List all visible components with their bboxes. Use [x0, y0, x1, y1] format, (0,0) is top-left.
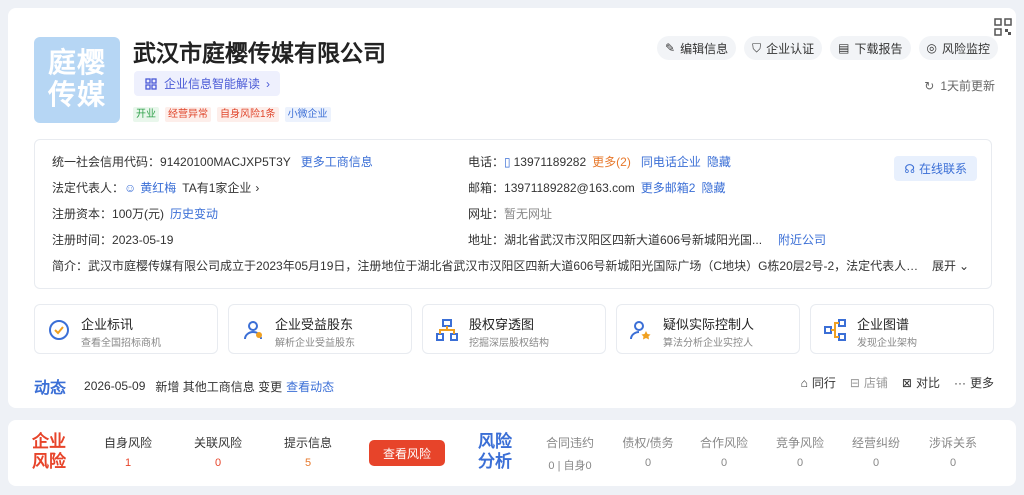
company-logo: 庭樱 传媒 [34, 37, 120, 123]
more-phones-link[interactable]: 更多(2) [592, 153, 631, 170]
intro-row: 简介： 武汉市庭樱传媒有限公司成立于2023年05月19日，注册地位于湖北省武汉… [52, 257, 970, 274]
dynamic-text: 新增 其他工商信息 变更 [155, 379, 283, 394]
contract-breach-stat[interactable]: 合同违约 0 | 自身0 [535, 434, 605, 473]
lawsuit-stat[interactable]: 涉诉关系 0 [918, 434, 988, 469]
intro-expand-button[interactable]: 展开 [932, 257, 956, 274]
business-dispute-stat[interactable]: 经营纠纷 0 [841, 434, 911, 469]
qr-code-icon[interactable] [994, 18, 1012, 36]
compare-button[interactable]: ⊠ 对比 [902, 374, 940, 391]
ellipsis-icon: ··· [953, 375, 966, 390]
more-emails-link[interactable]: 更多邮箱2 [641, 179, 696, 196]
phone-icon: ▯ [504, 154, 511, 169]
shareholder-icon [244, 321, 262, 340]
hide-email-link[interactable]: 隐藏 [701, 179, 725, 196]
credit-code-row: 统一社会信用代码： 91420100MACJXP5T3Y 更多工商信息 [52, 153, 373, 170]
debt-stat[interactable]: 债权/债务 0 [613, 434, 683, 469]
refresh-icon: ↻ [924, 78, 935, 93]
dynamic-bar: 动态 2026-05-09 新增 其他工商信息 变更 查看动态 ⌂ 同行 ⊟ 店铺 … [34, 374, 994, 398]
dynamic-date: 2026-05-09 [84, 379, 146, 393]
feature-shareholder-card[interactable]: 企业受益股东 解析企业受益股东 [228, 304, 412, 354]
phone-row: 电话： ▯ 13971189282 更多(2) 同电话企业 隐藏 [468, 153, 731, 170]
dynamic-title: 动态 [34, 380, 67, 397]
chevron-down-icon: ⌄ [959, 258, 970, 273]
legal-rep-row: 法定代表人： ☺ 黄红梅 TA有1家企业 › [52, 179, 260, 196]
peer-button[interactable]: ⌂ 同行 [801, 374, 836, 391]
reg-date-row: 注册时间： 2023-05-19 [52, 232, 174, 248]
basic-info-panel: 统一社会信用代码： 91420100MACJXP5T3Y 更多工商信息 法定代表… [34, 139, 992, 289]
email-row: 邮箱： 13971189282@163.com 更多邮箱2 隐藏 [468, 179, 726, 196]
hint-info-stat[interactable]: 提示信息 5 [276, 434, 340, 469]
report-icon: ▤ [838, 41, 850, 55]
equity-tree-icon [436, 319, 458, 341]
controller-icon [630, 321, 651, 340]
shop-button[interactable]: ⊟ 店铺 [850, 374, 888, 391]
tag-micro[interactable]: 小微企业 [284, 107, 331, 122]
monitor-icon: ◎ [926, 41, 937, 55]
capital-row: 注册资本： 100万(元) 历史变动 [52, 205, 219, 222]
update-status[interactable]: ↻ 1天前更新 [924, 77, 995, 94]
website-row: 网址： 暂无网址 [468, 207, 553, 221]
legal-rep-link[interactable]: 黄红梅 [140, 179, 176, 196]
feature-cards: 企业标讯 查看全国招标商机 企业受益股东 解析企业受益股东 股权穿透图 挖掘深层… [34, 304, 994, 354]
company-name: 武汉市庭樱传媒有限公司 [133, 40, 386, 66]
chevron-right-icon: › [266, 76, 271, 91]
risk-analysis-heading: 风险 分析 [478, 432, 512, 471]
shield-icon: ⛉ [752, 40, 762, 55]
hide-phone-link[interactable]: 隐藏 [707, 153, 731, 170]
tag-open[interactable]: 开业 [133, 107, 159, 122]
ai-interpret-label: 企业信息智能解读 [164, 77, 261, 91]
chevron-right-icon: › [255, 180, 260, 195]
compete-risk-stat[interactable]: 竞争风险 0 [765, 434, 835, 469]
status-tags: 开业 经营异常 自身风险1条 小微企业 [133, 107, 331, 122]
capital-history-link[interactable]: 历史变动 [170, 205, 218, 222]
self-risk-stat[interactable]: 自身风险 1 [96, 434, 160, 469]
certify-button[interactable]: ⛉ 企业认证 [744, 36, 823, 60]
feature-equity-card[interactable]: 股权穿透图 挖掘深层股权结构 [422, 304, 606, 354]
rep-company-count[interactable]: TA有1家企业 [182, 179, 251, 196]
shop-icon: ⊟ [849, 375, 860, 390]
related-risk-stat[interactable]: 关联风险 0 [186, 434, 250, 469]
pen-icon: ✎ [665, 41, 676, 55]
edit-info-button[interactable]: ✎ 编辑信息 [657, 36, 737, 60]
company-risk-heading: 企业 风险 [32, 432, 66, 471]
ai-icon [145, 77, 157, 90]
view-dynamic-link[interactable]: 查看动态 [286, 378, 334, 395]
address-row: 地址： 湖北省武汉市汉阳区四新大道606号新城阳光国... 附近公司 [468, 231, 827, 248]
header-actions: ✎ 编辑信息 ⛉ 企业认证 ▤ 下载报告 ◎ 风险监控 [657, 36, 998, 60]
compare-icon: ⊠ [901, 375, 912, 390]
person-icon: ☺ [124, 180, 137, 195]
bid-icon [49, 320, 69, 340]
download-report-button[interactable]: ▤ 下载报告 [830, 36, 911, 60]
building-icon: ⌂ [800, 375, 808, 390]
tag-abnormal[interactable]: 经营异常 [165, 107, 211, 122]
same-phone-company-link[interactable]: 同电话企业 [641, 153, 701, 170]
logo-text-bottom: 传媒 [47, 78, 106, 111]
logo-text-top: 庭樱 [47, 46, 106, 79]
feature-controller-card[interactable]: 疑似实际控制人 算法分析企业实控人 [616, 304, 800, 354]
risk-monitor-button[interactable]: ◎ 风险监控 [918, 36, 998, 60]
online-contact-button[interactable]: ☊ 在线联系 [894, 156, 977, 181]
dynamic-actions: ⌂ 同行 ⊟ 店铺 ⊠ 对比 ··· 更多 [801, 374, 994, 391]
feature-graph-card[interactable]: 企业图谱 发现企业架构 [810, 304, 994, 354]
more-business-info-link[interactable]: 更多工商信息 [301, 153, 373, 170]
feature-bid-card[interactable]: 企业标讯 查看全国招标商机 [34, 304, 218, 354]
ai-interpret-button[interactable]: 企业信息智能解读 › [134, 71, 281, 96]
nearby-company-link[interactable]: 附近公司 [778, 231, 826, 248]
tag-self-risk[interactable]: 自身风险1条 [217, 107, 279, 122]
headset-icon: ☊ [904, 161, 915, 176]
view-risk-button[interactable]: 查看风险 [369, 440, 445, 466]
risk-card: 企业 风险 自身风险 1 关联风险 0 提示信息 5 查看风险 风险 分析 合同… [8, 420, 1016, 486]
graph-icon [824, 319, 846, 341]
more-button[interactable]: ··· 更多 [954, 374, 994, 391]
coop-risk-stat[interactable]: 合作风险 0 [689, 434, 759, 469]
